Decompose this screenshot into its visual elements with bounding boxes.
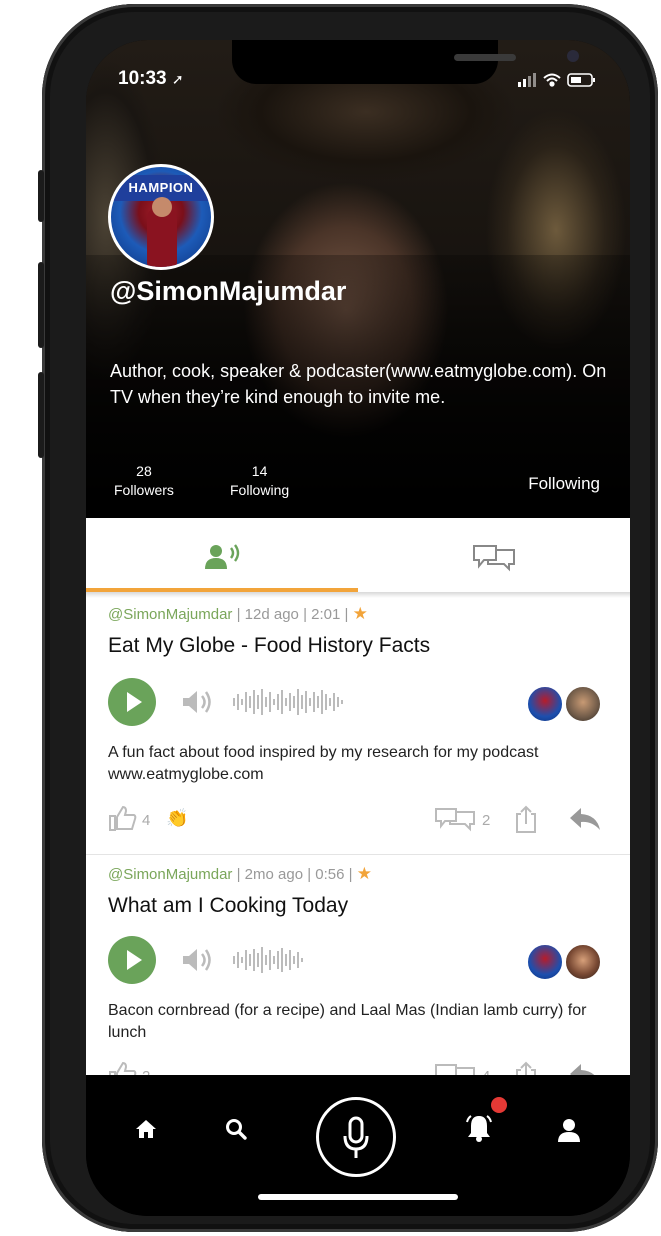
post-feed: @SimonMajumdar | 12d ago | 2:01 | ★ Eat … xyxy=(86,592,630,1075)
avatar[interactable]: HAMPION xyxy=(108,164,214,270)
like-icon[interactable] xyxy=(108,1060,138,1075)
like-icon[interactable] xyxy=(108,804,138,832)
following-button[interactable]: Following xyxy=(528,474,600,494)
clap-icon[interactable]: 👏 xyxy=(166,808,188,829)
profile-username: @SimonMajumdar xyxy=(110,276,347,306)
waveform[interactable] xyxy=(232,944,312,976)
post-meta: @SimonMajumdar | 12d ago | 2:01 | ★ xyxy=(108,604,368,623)
comment-icon xyxy=(473,544,515,571)
comment-icon[interactable] xyxy=(434,806,478,832)
status-bar: 10:33 ➚ xyxy=(86,68,630,92)
listener-avatars[interactable] xyxy=(526,685,606,723)
profile-header: HAMPION @SimonMajumdar Author, cook, spe… xyxy=(86,40,630,518)
avatar-head xyxy=(152,197,172,217)
app-screen: HAMPION @SimonMajumdar Author, cook, spe… xyxy=(86,40,630,1216)
search-icon[interactable] xyxy=(224,1117,248,1141)
post-handle[interactable]: @SimonMajumdar xyxy=(108,606,232,623)
post-age: 2mo ago xyxy=(244,866,304,883)
post-handle[interactable]: @SimonMajumdar xyxy=(108,866,232,883)
home-icon[interactable] xyxy=(134,1117,158,1141)
profile-tabs xyxy=(86,518,630,595)
comment-icon[interactable] xyxy=(434,1062,478,1075)
home-indicator xyxy=(258,1194,458,1200)
comment-count: 2 xyxy=(482,812,491,829)
battery-icon xyxy=(567,73,595,87)
post-description: Bacon cornbread (for a recipe) and Laal … xyxy=(108,1002,587,1041)
listener-avatar xyxy=(526,943,564,981)
notification-bell-icon[interactable] xyxy=(464,1113,494,1143)
volume-up-button xyxy=(38,262,44,348)
following-stat[interactable]: 14 Following xyxy=(230,462,289,500)
followers-count: 28 xyxy=(136,463,152,479)
earpiece xyxy=(454,54,516,61)
followers-stat[interactable]: 28 Followers xyxy=(114,462,174,500)
status-icons xyxy=(518,73,595,87)
listener-avatars[interactable] xyxy=(526,943,606,981)
star-icon: ★ xyxy=(352,604,368,623)
listener-avatar xyxy=(526,685,564,723)
following-count: 14 xyxy=(251,463,268,479)
following-label: Following xyxy=(230,482,290,498)
play-button[interactable] xyxy=(108,936,156,984)
post-card: @SimonMajumdar | 2mo ago | 0:56 | ★ What… xyxy=(86,854,630,1075)
tabs-shadow xyxy=(86,592,630,598)
star-icon: ★ xyxy=(356,864,372,883)
post-title: Eat My Globe - Food History Facts xyxy=(108,634,431,657)
share-icon[interactable] xyxy=(514,804,538,834)
followers-label: Followers xyxy=(114,482,174,498)
tab-posts[interactable] xyxy=(86,518,358,595)
comment-count: 4 xyxy=(482,1068,490,1075)
reply-icon[interactable] xyxy=(568,806,602,832)
record-button[interactable] xyxy=(316,1097,396,1177)
post-actions: 4 👏 2 xyxy=(86,804,630,834)
reply-icon[interactable] xyxy=(568,1062,602,1075)
listener-avatar xyxy=(564,685,602,723)
status-time: 10:33 ➚ xyxy=(118,68,184,89)
post-title: What am I Cooking Today xyxy=(108,894,349,917)
bottom-nav xyxy=(86,1075,630,1216)
like-count: 2 xyxy=(142,1068,150,1075)
microphone-icon xyxy=(343,1116,369,1158)
notification-badge xyxy=(491,1097,507,1113)
volume-down-button xyxy=(38,372,44,458)
post-age: 12d ago xyxy=(244,606,299,623)
post-actions: 2 4 xyxy=(86,1060,630,1075)
listener-avatar xyxy=(564,943,602,981)
post-duration: 0:56 xyxy=(315,866,345,883)
post-description: A fun fact about food inspired by my res… xyxy=(108,744,539,783)
like-count: 4 xyxy=(142,812,151,829)
profile-bio: Author, cook, speaker & podcaster(www.ea… xyxy=(110,361,607,407)
volume-icon[interactable] xyxy=(180,946,216,974)
front-camera xyxy=(567,50,579,62)
play-button[interactable] xyxy=(108,678,156,726)
share-icon[interactable] xyxy=(514,1060,538,1075)
post-meta: @SimonMajumdar | 2mo ago | 0:56 | ★ xyxy=(108,864,372,883)
post-card: @SimonMajumdar | 12d ago | 2:01 | ★ Eat … xyxy=(86,592,630,854)
post-duration: 2:01 xyxy=(311,606,341,623)
profile-icon[interactable] xyxy=(556,1117,582,1143)
volume-icon[interactable] xyxy=(180,688,216,716)
tab-comments[interactable] xyxy=(358,518,630,595)
wifi-icon xyxy=(543,73,561,87)
location-arrow-icon: ➚ xyxy=(171,71,184,87)
mute-switch xyxy=(38,170,44,222)
speaker-person-icon xyxy=(205,543,240,569)
signal-icon xyxy=(518,73,536,87)
waveform[interactable] xyxy=(232,686,352,718)
